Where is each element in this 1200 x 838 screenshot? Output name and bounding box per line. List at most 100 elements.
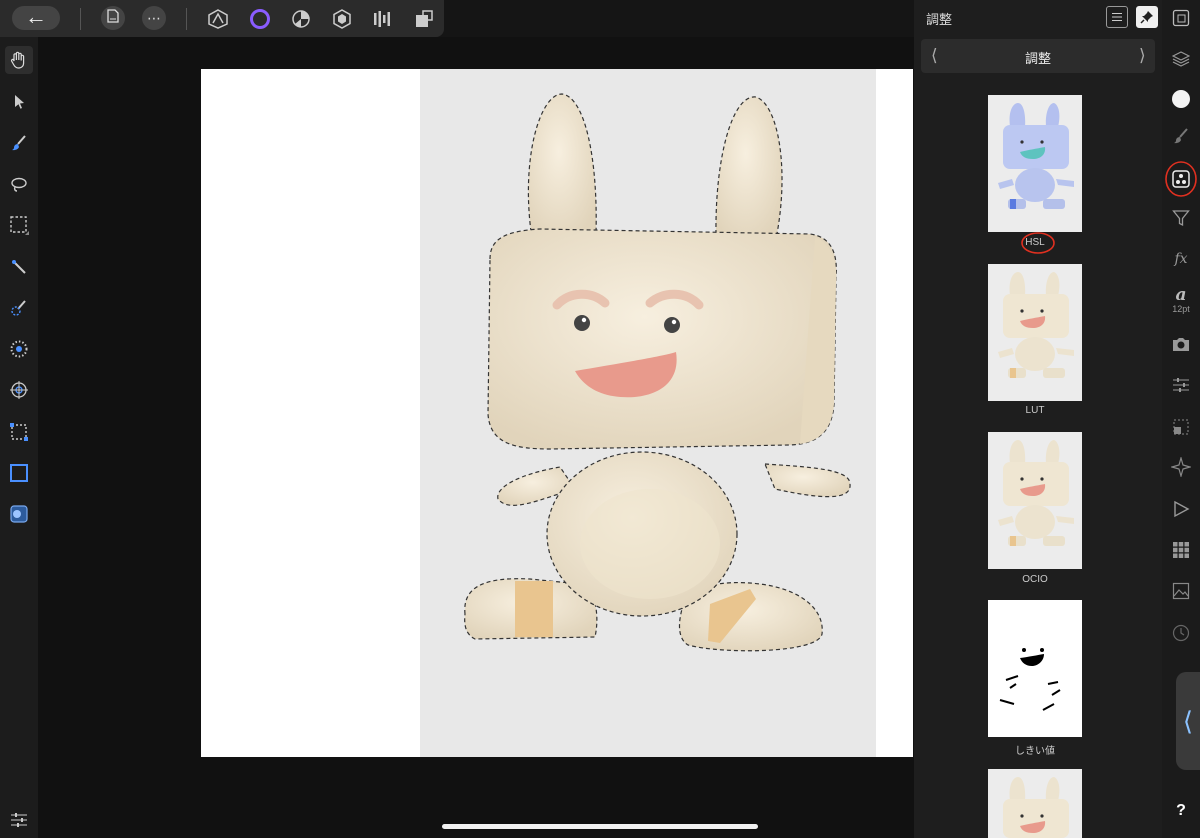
camera-icon	[1173, 338, 1189, 351]
tool-settings-button[interactable]	[5, 806, 33, 834]
mesh-warp-icon	[10, 381, 28, 399]
mesh-warp-tool-button[interactable]	[5, 376, 33, 404]
adjustment-sliders-button[interactable]	[1169, 373, 1193, 397]
color-button[interactable]	[1169, 87, 1193, 111]
stock-button[interactable]	[1169, 579, 1193, 603]
lut-preview-image	[988, 264, 1082, 401]
selection-rectangle-tool-button[interactable]	[5, 459, 33, 487]
adjustment-thumbnail-next[interactable]	[988, 769, 1082, 838]
more-button[interactable]: ⋯	[142, 6, 166, 30]
magic-wand-icon	[12, 260, 26, 274]
macros-button[interactable]	[1169, 497, 1193, 521]
text-styles-button[interactable]: a 12pt	[1166, 287, 1196, 319]
layers-button[interactable]	[1169, 47, 1193, 71]
compass-icon	[1171, 457, 1191, 477]
text-size-label: 12pt	[1172, 304, 1190, 314]
pixel-persona-icon	[416, 10, 433, 27]
navigator-button[interactable]	[1169, 6, 1193, 30]
hand-icon	[10, 51, 25, 69]
category-selector[interactable]: ⟨ 調整 ⟩	[921, 39, 1155, 73]
radial-icon	[10, 340, 28, 358]
adjustment-panel: 調整 ⟨ 調整 ⟩ HSL LUT OCIO しきい値	[914, 0, 1162, 838]
selection-brush-tool-button[interactable]	[5, 294, 33, 322]
next-preview-image	[988, 769, 1082, 838]
fx-icon: fx	[1174, 251, 1188, 267]
photo-persona-button[interactable]	[206, 7, 230, 31]
pin-panel-button[interactable]	[1136, 6, 1158, 28]
hsl-annotation-circle	[1021, 232, 1055, 254]
play-icon	[1174, 500, 1190, 518]
photo-layer[interactable]	[420, 69, 876, 757]
toolbar-divider	[186, 8, 187, 30]
adjustment-thumbnail-lut[interactable]	[988, 264, 1082, 401]
chevron-left-icon: ⟨	[1182, 705, 1194, 736]
transform-button[interactable]	[1169, 415, 1193, 439]
toolbar-divider	[80, 8, 81, 30]
fx-button[interactable]: fx	[1169, 247, 1193, 271]
list-view-button[interactable]	[1106, 6, 1128, 28]
adjustment-thumbnail-ocio[interactable]	[988, 432, 1082, 569]
help-button[interactable]: ?	[1169, 799, 1193, 823]
adjustment-thumbnail-hsl[interactable]	[988, 95, 1082, 232]
brushes-button[interactable]	[1169, 124, 1193, 148]
sliders-icon	[11, 813, 27, 827]
quick-mask-tool-button[interactable]	[5, 500, 33, 528]
crop-tool-button[interactable]	[5, 418, 33, 446]
hand-tool-button[interactable]	[5, 46, 33, 74]
adjustments-annotation-circle	[1165, 161, 1197, 197]
pixel-persona-button[interactable]	[412, 7, 436, 31]
quick-mask-icon	[10, 505, 28, 523]
liquify-persona-button[interactable]	[248, 7, 272, 31]
cursor-icon	[15, 95, 24, 109]
home-indicator[interactable]	[442, 824, 758, 829]
navigator-icon	[1172, 9, 1190, 27]
snapshots-button[interactable]	[1169, 332, 1193, 356]
arrow-left-icon: ←	[25, 4, 47, 29]
layers-icon	[1172, 51, 1190, 67]
adjustment-label-lut: LUT	[1025, 405, 1045, 416]
adjustment-label-ocio: OCIO	[1022, 574, 1048, 585]
develop-persona-button[interactable]	[289, 7, 313, 31]
category-label: 調整	[1024, 51, 1051, 66]
next-category-button[interactable]: ⟩	[1139, 46, 1146, 66]
ocio-preview-image	[988, 432, 1082, 569]
document-button[interactable]	[101, 6, 125, 30]
photo-persona-icon	[208, 9, 228, 29]
export-persona-button[interactable]	[371, 7, 395, 31]
more-dots-icon: ⋯	[147, 10, 161, 26]
tone-mapping-persona-button[interactable]	[330, 7, 354, 31]
document-icon	[107, 9, 119, 23]
brush-icon	[12, 135, 26, 151]
brushes-icon	[1174, 128, 1188, 144]
back-button[interactable]: ←	[12, 6, 60, 30]
adjustment-thumbnail-threshold[interactable]	[988, 600, 1082, 737]
move-tool-button[interactable]	[5, 88, 33, 116]
adjustment-label-threshold: しきい値	[1015, 746, 1055, 757]
tone-mapping-persona-icon	[333, 9, 351, 29]
transform-icon	[1173, 419, 1189, 435]
freehand-selection-tool-button[interactable]	[5, 170, 33, 198]
history-button[interactable]	[1169, 621, 1193, 645]
color-icon	[1172, 90, 1190, 108]
chevron-right-icon: ⟩	[1139, 46, 1146, 65]
swatches-button[interactable]	[1169, 538, 1193, 562]
filters-icon	[1172, 210, 1190, 227]
history-icon	[1172, 624, 1190, 642]
panel-title: 調整	[926, 12, 953, 27]
develop-persona-icon	[292, 10, 310, 28]
paint-brush-tool-button[interactable]	[5, 129, 33, 157]
list-icon	[1112, 13, 1122, 21]
filters-button[interactable]	[1169, 206, 1193, 230]
crop-icon	[10, 423, 28, 441]
hsl-preview-image	[988, 95, 1082, 232]
selection-rectangle-icon	[10, 464, 28, 482]
collapse-studio-button[interactable]: ⟨	[1176, 672, 1200, 770]
lasso-icon	[11, 177, 27, 192]
rectangular-marquee-tool-button[interactable]	[5, 211, 33, 239]
pin-icon	[1140, 11, 1153, 24]
flood-select-tool-button[interactable]	[5, 253, 33, 281]
sliders-icon	[1173, 378, 1189, 392]
grid-icon	[1173, 542, 1189, 558]
compass-button[interactable]	[1169, 455, 1193, 479]
radial-tool-button[interactable]	[5, 335, 33, 363]
